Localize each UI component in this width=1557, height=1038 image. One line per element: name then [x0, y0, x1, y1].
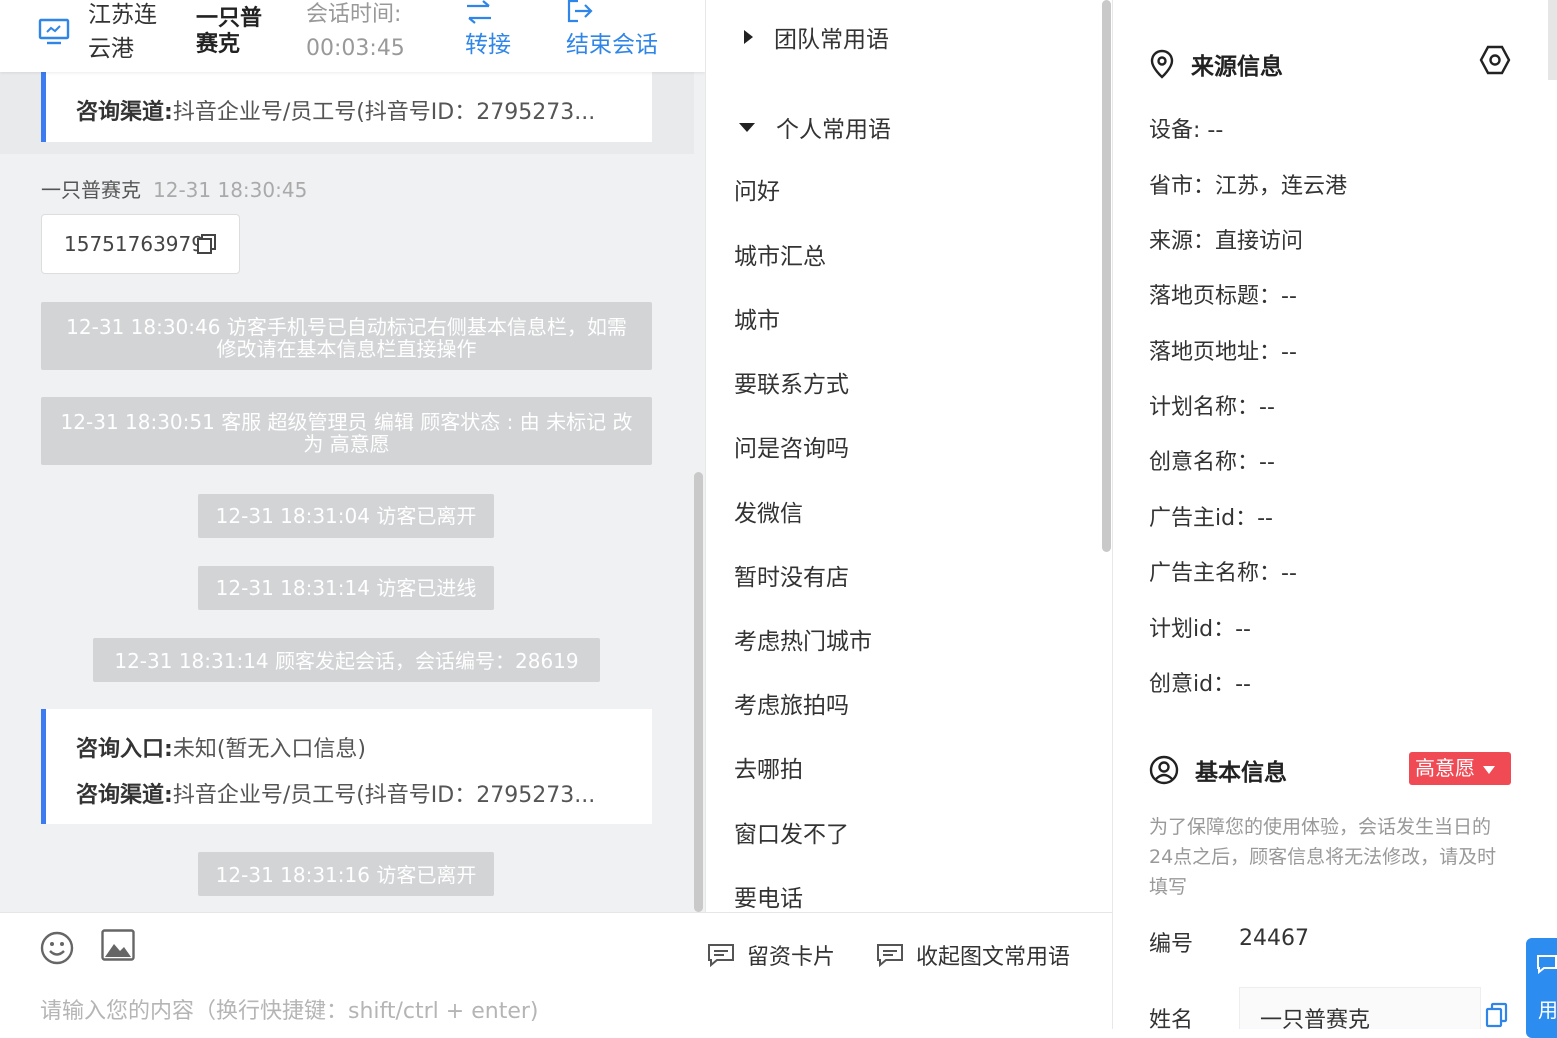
phrase-item[interactable]: 考虑旅拍吗 [734, 686, 849, 720]
phrase-item[interactable]: 城市 [734, 301, 780, 335]
creative-id-field: 创意id：-- [1149, 672, 1251, 697]
message-sender: 一只普赛克 12-31 18:30:45 [41, 174, 307, 203]
lead-card-button[interactable]: 留资卡片 [707, 939, 835, 971]
chat-header: 江苏连云港 一只普赛克 会话时间: 00:03:45 转接 结束会话 [0, 0, 705, 72]
session-time: 会话时间: 00:03:45 [306, 0, 405, 66]
source-info-title: 来源信息 [1149, 47, 1283, 81]
chat-scrollbar[interactable] [694, 472, 703, 912]
phrase-item[interactable]: 要联系方式 [734, 365, 849, 399]
user-circle-icon [1149, 755, 1179, 785]
edit-notice: 为了保障您的使用体验，会话发生当日的24点之后，顾客信息将无法修改，请及时填写 [1149, 816, 1497, 898]
section-title-text: 基本信息 [1195, 760, 1287, 786]
visitor-location: 江苏连云港 [88, 2, 157, 62]
system-message: 12-31 18:31:14 访客已进线 [198, 566, 494, 610]
system-message: 12-31 18:31:16 访客已离开 [198, 852, 494, 896]
sender-time: 12-31 18:30:45 [153, 178, 308, 202]
phone-number: 15751763979 [64, 232, 204, 256]
phrase-item[interactable]: 城市汇总 [734, 237, 826, 271]
creative-name-field: 创意名称：-- [1149, 450, 1275, 475]
page-scrollbar[interactable] [1548, 0, 1557, 80]
message-composer: 留资卡片 收起图文常用语 请输入您的内容（换行快捷键：shift/ctrl + … [0, 912, 1112, 1029]
phrase-item[interactable]: 窗口发不了 [734, 815, 849, 849]
intent-status-label: 高意愿 [1415, 756, 1475, 780]
system-message: 12-31 18:31:14 顾客发起会话，会话编号：28619 [93, 638, 600, 682]
lead-card-label: 留资卡片 [747, 945, 836, 970]
message-card-icon [877, 944, 903, 967]
phrases-panel: 团队常用语 个人常用语 问好 城市汇总 城市 要联系方式 问是咨询吗 发微信 暂… [705, 0, 1112, 912]
settings-icon[interactable] [1479, 44, 1511, 76]
message-card-icon [708, 944, 734, 967]
section-title-text: 来源信息 [1191, 54, 1283, 80]
landing-title-field: 落地页标题：-- [1149, 284, 1297, 309]
channel-label: 咨询渠道: [76, 100, 173, 125]
caret-down-icon [1483, 765, 1496, 774]
plan-name-field: 计划名称：-- [1149, 395, 1275, 420]
group-label: 团队常用语 [774, 27, 889, 53]
name-value: 一只普赛克 [1260, 1008, 1371, 1029]
intent-status-dropdown[interactable]: 高意愿 [1409, 752, 1511, 785]
collapse-phrases-button[interactable]: 收起图文常用语 [876, 939, 1070, 971]
monitor-icon [38, 18, 70, 45]
emoji-icon[interactable] [40, 931, 74, 965]
transfer-button[interactable]: 转接 [465, 0, 511, 62]
system-message: 12-31 18:31:04 访客已离开 [198, 494, 494, 538]
logout-icon [567, 0, 593, 23]
team-phrases-group[interactable]: 团队常用语 [742, 20, 889, 54]
session-time-value: 00:03:45 [306, 36, 405, 61]
advertiser-name-field: 广告主名称：-- [1149, 561, 1297, 586]
id-label: 编号 [1149, 932, 1194, 957]
sender-name: 一只普赛克 [41, 178, 141, 202]
end-session-label: 结束会话 [566, 32, 658, 58]
name-label: 姓名 [1149, 1008, 1194, 1029]
chat-bubble-icon [1537, 955, 1557, 974]
copy-icon[interactable] [196, 233, 218, 255]
system-message: 12-31 18:30:51 客服 超级管理员 编辑 顾客状态 : 由 未标记 … [41, 397, 652, 465]
session-time-label: 会话时间: [306, 2, 402, 27]
basic-info-title: 基本信息 [1149, 753, 1287, 787]
source-field: 来源：直接访问 [1149, 229, 1304, 254]
group-label: 个人常用语 [776, 117, 891, 143]
device-field: 设备: -- [1149, 118, 1224, 143]
id-value: 24467 [1239, 926, 1309, 951]
caret-right-icon [744, 30, 753, 44]
channel-value: 抖音企业号/员工号(抖音号ID：2795273... [172, 100, 596, 125]
phrase-item[interactable]: 发微信 [734, 494, 803, 528]
phrase-item[interactable]: 去哪拍 [734, 750, 803, 784]
entry-value: 未知(暂无入口信息) [172, 737, 366, 762]
transfer-label: 转接 [465, 32, 511, 58]
entry-info-card: 咨询入口:未知(暂无入口信息) 咨询渠道:抖音企业号/员工号(抖音号ID：279… [41, 709, 652, 824]
phrase-item[interactable]: 要电话 [734, 879, 803, 912]
name-input[interactable]: 一只普赛克 [1239, 987, 1481, 1029]
copy-icon[interactable] [1485, 1002, 1509, 1028]
plan-id-field: 计划id：-- [1149, 617, 1251, 642]
floating-service-tab[interactable]: 用 [1526, 938, 1557, 1038]
previous-info-card: 咨询渠道:抖音企业号/员工号(抖音号ID：2795273... [41, 60, 652, 142]
system-message: 12-31 18:30:46 访客手机号已自动标记右侧基本信息栏，如需修改请在基… [41, 302, 652, 370]
phrase-item[interactable]: 问是咨询吗 [734, 429, 849, 463]
channel-label: 咨询渠道: [76, 783, 173, 808]
location-pin-icon [1150, 49, 1174, 79]
advertiser-id-field: 广告主id：-- [1149, 506, 1273, 531]
chat-panel: 咨询渠道:抖音企业号/员工号(抖音号ID：2795273... 一只普赛克 12-… [0, 0, 705, 912]
visitor-name: 一只普赛克 [196, 6, 263, 57]
caret-down-icon [739, 123, 755, 132]
collapse-phrases-label: 收起图文常用语 [916, 945, 1071, 970]
image-icon[interactable] [101, 929, 135, 961]
channel-value: 抖音企业号/员工号(抖音号ID：2795273... [172, 783, 596, 808]
phone-message-bubble: 15751763979 [41, 214, 240, 274]
floating-tab-label: 用 [1538, 998, 1557, 1022]
message-input[interactable]: 请输入您的内容（换行快捷键：shift/ctrl + enter) [40, 993, 538, 1025]
entry-label: 咨询入口: [76, 737, 173, 762]
phrase-item[interactable]: 暂时没有店 [734, 558, 849, 592]
phrases-scrollbar[interactable] [1102, 0, 1111, 552]
visitor-info-panel: 来源信息 设备: -- 省市：江苏，连云港 来源：直接访问 落地页标题：-- 落… [1112, 0, 1557, 1029]
province-city-field: 省市：江苏，连云港 [1149, 174, 1348, 199]
phrase-item[interactable]: 考虑热门城市 [734, 622, 872, 656]
end-session-button[interactable]: 结束会话 [566, 0, 658, 62]
personal-phrases-group[interactable]: 个人常用语 [738, 110, 891, 144]
phrase-item[interactable]: 问好 [734, 172, 780, 206]
swap-icon [467, 0, 491, 24]
landing-url-field: 落地页地址：-- [1149, 340, 1297, 365]
